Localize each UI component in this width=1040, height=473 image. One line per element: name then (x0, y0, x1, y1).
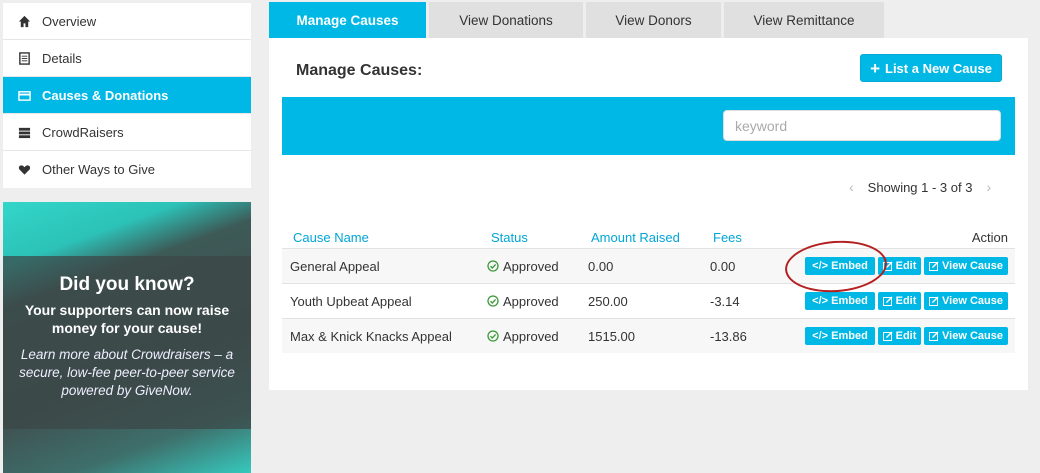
sidebar: Overview Details Causes & Donations Crow… (3, 3, 251, 473)
cell-amount-raised: 0.00 (588, 258, 614, 274)
heart-icon (17, 163, 31, 177)
view-cause-label: View Cause (942, 295, 1003, 307)
sidebar-item-overview[interactable]: Overview (3, 3, 251, 40)
check-circle-icon (487, 295, 499, 307)
cell-fees: 0.00 (710, 258, 736, 274)
sidebar-item-causes-donations[interactable]: Causes & Donations (3, 77, 251, 114)
pagination: ‹ Showing 1 - 3 of 3 › (849, 179, 991, 195)
status-label: Approved (503, 293, 559, 309)
search-input[interactable] (723, 110, 1001, 141)
main-panel: Manage Causes: + List a New Cause ‹ Show… (269, 38, 1028, 390)
cell-cause-name: Max & Knick Knacks Appeal (290, 328, 452, 344)
table-row: Max & Knick Knacks Appeal Approved 1515.… (282, 318, 1015, 353)
view-cause-button[interactable]: View Cause (924, 327, 1008, 345)
edit-button[interactable]: Edit (878, 327, 921, 345)
server-icon (17, 125, 31, 139)
home-icon (17, 14, 31, 28)
sidebar-item-label: Overview (42, 13, 97, 29)
page-title: Manage Causes: (296, 62, 423, 79)
external-link-icon (929, 331, 939, 341)
check-circle-icon (487, 260, 499, 272)
cell-fees: -13.86 (710, 328, 747, 344)
search-bar (282, 97, 1015, 155)
sidebar-item-label: Causes & Donations (42, 87, 169, 103)
sidebar-nav: Overview Details Causes & Donations Crow… (3, 3, 251, 188)
header-action: Action (971, 229, 1008, 245)
promo-text: Did you know? Your supporters can now ra… (3, 274, 251, 400)
embed-button[interactable]: </> Embed (805, 257, 875, 275)
edit-label: Edit (895, 260, 917, 272)
sidebar-item-other-ways-to-give[interactable]: Other Ways to Give (3, 151, 251, 188)
embed-button[interactable]: </> Embed (805, 327, 875, 345)
tab-manage-causes[interactable]: Manage Causes (269, 2, 426, 38)
list-new-cause-button[interactable]: + List a New Cause (860, 54, 1002, 82)
cell-amount-raised: 1515.00 (588, 328, 635, 344)
edit-label: Edit (895, 295, 917, 307)
edit-button[interactable]: Edit (878, 257, 921, 275)
cell-actions: </> Embed Edit View Cause (798, 327, 1015, 345)
edit-label: Edit (895, 330, 917, 342)
cell-actions: </> Embed Edit View Cause (798, 292, 1015, 310)
check-circle-icon (487, 330, 499, 342)
cell-actions: </> Embed Edit View Cause (798, 257, 1015, 275)
sidebar-item-details[interactable]: Details (3, 40, 251, 77)
header-status[interactable]: Status (481, 230, 581, 245)
list-new-cause-label: List a New Cause (885, 60, 992, 76)
sidebar-item-label: Other Ways to Give (42, 162, 155, 177)
header-cause-name[interactable]: Cause Name (282, 230, 481, 245)
cell-cause-name: Youth Upbeat Appeal (290, 293, 412, 309)
tab-view-donors[interactable]: View Donors (586, 2, 721, 38)
view-cause-button[interactable]: View Cause (924, 292, 1008, 310)
table-row: Youth Upbeat Appeal Approved 250.00 -3.1… (282, 283, 1015, 318)
view-cause-label: View Cause (942, 330, 1003, 342)
external-link-icon (929, 296, 939, 306)
promo-heading: Did you know? (59, 274, 195, 295)
cell-status: Approved (481, 294, 581, 309)
causes-table: Cause Name Status Amount Raised Fees Act… (282, 226, 1015, 353)
view-cause-button[interactable]: View Cause (924, 257, 1008, 275)
crowdraisers-promo-banner[interactable]: Did you know? Your supporters can now ra… (3, 202, 251, 473)
tab-bar: Manage Causes View Donations View Donors… (269, 2, 884, 38)
header-amount-raised[interactable]: Amount Raised (581, 230, 703, 245)
sidebar-item-label: Details (42, 50, 82, 66)
edit-button[interactable]: Edit (878, 292, 921, 310)
header-fees[interactable]: Fees (703, 230, 798, 245)
chevron-left-icon[interactable]: ‹ (849, 179, 854, 195)
sidebar-item-crowdraisers[interactable]: CrowdRaisers (3, 114, 251, 151)
cell-cause-name: General Appeal (290, 258, 380, 274)
document-icon (17, 51, 31, 65)
edit-icon (882, 331, 893, 341)
table-row: General Appeal Approved 0.00 0.00 </> Em… (282, 248, 1015, 283)
embed-button[interactable]: </> Embed (805, 292, 875, 310)
cell-status: Approved (481, 329, 581, 344)
card-icon (17, 88, 31, 102)
cell-fees: -3.14 (710, 293, 740, 309)
external-link-icon (929, 261, 939, 271)
view-cause-label: View Cause (942, 260, 1003, 272)
status-label: Approved (503, 328, 559, 344)
chevron-right-icon[interactable]: › (986, 179, 991, 195)
plus-icon: + (870, 58, 880, 78)
table-body: General Appeal Approved 0.00 0.00 </> Em… (282, 248, 1015, 353)
edit-icon (882, 296, 893, 306)
table-header: Cause Name Status Amount Raised Fees Act… (282, 226, 1015, 248)
pagination-text: Showing 1 - 3 of 3 (867, 179, 973, 195)
cell-status: Approved (481, 259, 581, 274)
promo-lead: Your supporters can now raise money for … (24, 302, 230, 336)
promo-sub: Learn more about Crowdraisers – a secure… (19, 347, 235, 398)
cell-amount-raised: 250.00 (588, 293, 628, 309)
edit-icon (882, 261, 893, 271)
tab-view-donations[interactable]: View Donations (429, 2, 583, 38)
tab-view-remittance[interactable]: View Remittance (724, 2, 884, 38)
status-label: Approved (503, 258, 559, 274)
sidebar-item-label: CrowdRaisers (42, 124, 124, 140)
